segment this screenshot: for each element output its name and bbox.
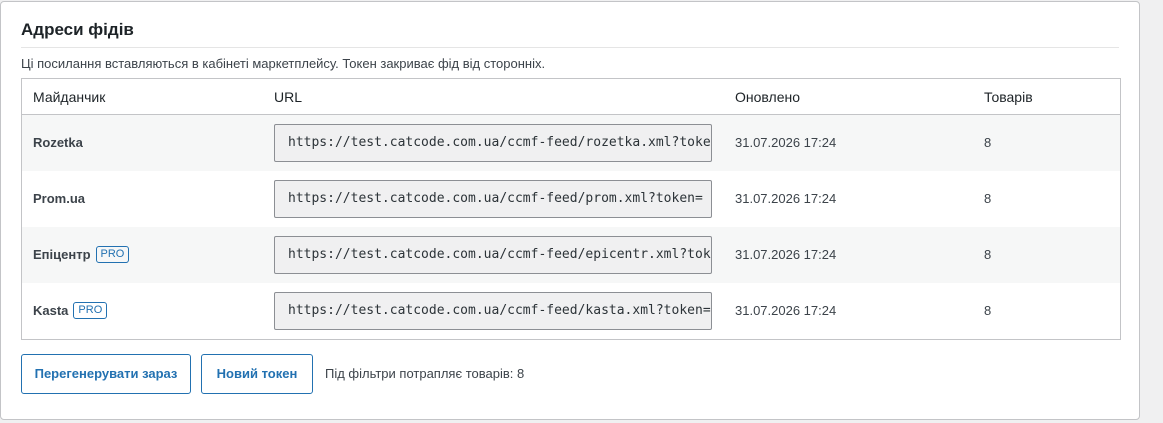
marketplace-name: Prom.ua <box>33 171 85 227</box>
product-count: 8 <box>984 135 992 150</box>
marketplace-name: Kasta PRO <box>33 283 108 339</box>
section-description: Ці посилання вставляються в кабінеті мар… <box>21 56 546 71</box>
feed-url-field[interactable]: https://test.catcode.com.ua/ccmf-feed/ro… <box>274 124 712 162</box>
product-count: 8 <box>984 247 992 262</box>
new-token-button[interactable]: Новий токен <box>201 354 313 394</box>
marketplace-name: Rozetka <box>33 115 83 171</box>
marketplace-label: Kasta <box>33 303 69 318</box>
title-divider <box>21 47 1119 48</box>
pro-badge: PRO <box>73 302 108 320</box>
table-row: Rozetka https://test.catcode.com.ua/ccmf… <box>22 115 1120 171</box>
updated-time: 31.07.2026 17:24 <box>735 247 837 262</box>
feed-url-field[interactable]: https://test.catcode.com.ua/ccmf-feed/pr… <box>274 180 712 218</box>
product-count: 8 <box>984 191 992 206</box>
table-row: Епіцентр PRO https://test.catcode.com.ua/… <box>22 227 1120 283</box>
table-header: Майданчик URL Оновлено Товарів <box>22 79 1120 115</box>
feeds-table: Майданчик URL Оновлено Товарів Rozetka h… <box>21 78 1121 340</box>
column-header-marketplace: Майданчик <box>33 89 106 105</box>
marketplace-label: Епіцентр <box>33 247 91 262</box>
table-row: Kasta PRO https://test.catcode.com.ua/ccm… <box>22 283 1120 339</box>
marketplace-name: Епіцентр PRO <box>33 227 130 283</box>
marketplace-label: Prom.ua <box>33 191 86 206</box>
feed-urls-panel: Адреси фідів Ці посилання вставляються в… <box>0 1 1140 420</box>
filter-status-text: Під фільтри потрапляє товарів: 8 <box>325 366 525 381</box>
table-row: Prom.ua https://test.catcode.com.ua/ccmf… <box>22 171 1120 227</box>
updated-time: 31.07.2026 17:24 <box>735 191 837 206</box>
pro-badge: PRO <box>95 246 130 264</box>
marketplace-label: Rozetka <box>33 135 83 150</box>
feed-url-field[interactable]: https://test.catcode.com.ua/ccmf-feed/ka… <box>274 292 712 330</box>
updated-time: 31.07.2026 17:24 <box>735 135 837 150</box>
updated-time: 31.07.2026 17:24 <box>735 303 837 318</box>
feed-url-field[interactable]: https://test.catcode.com.ua/ccmf-feed/ep… <box>274 236 712 274</box>
product-count: 8 <box>984 303 992 318</box>
column-header-updated: Оновлено <box>735 89 800 105</box>
regenerate-now-button[interactable]: Перегенерувати зараз <box>21 354 191 394</box>
column-header-products: Товарів <box>984 89 1033 105</box>
column-header-url: URL <box>274 89 303 105</box>
section-title: Адреси фідів <box>21 20 134 39</box>
